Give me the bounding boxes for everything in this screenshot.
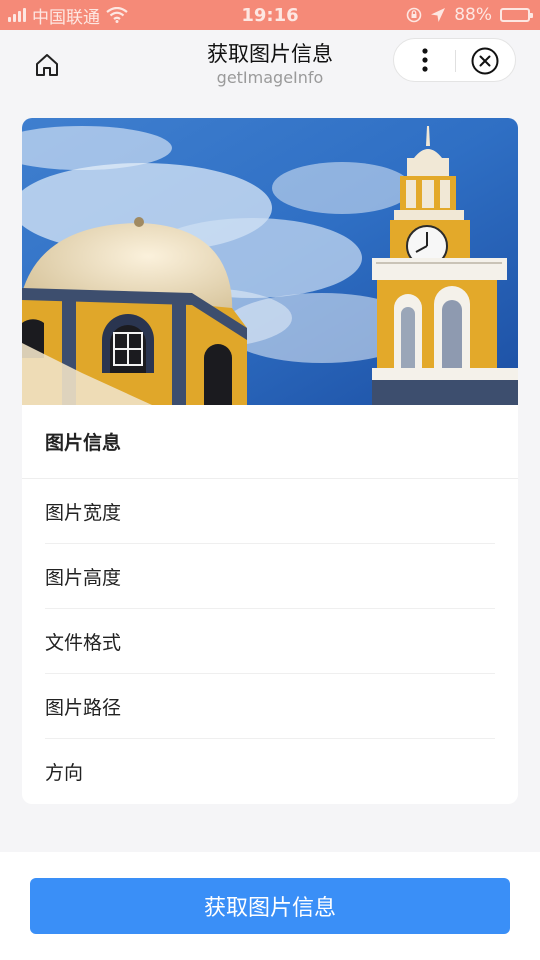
close-button[interactable] bbox=[470, 46, 500, 76]
more-button[interactable] bbox=[410, 45, 440, 75]
location-icon bbox=[431, 8, 446, 22]
info-row-height: 图片高度 bbox=[45, 544, 495, 609]
info-section-header: 图片信息 bbox=[22, 405, 518, 479]
info-row-orientation: 方向 bbox=[45, 762, 84, 784]
nav-bar: 获取图片信息 getImageInfo bbox=[0, 30, 540, 100]
bottom-bar: 获取图片信息 bbox=[0, 852, 540, 960]
info-row-path: 图片路径 bbox=[45, 674, 495, 739]
capsule-divider bbox=[455, 50, 456, 72]
menu-capsule bbox=[393, 38, 516, 82]
battery-percent: 88% bbox=[454, 5, 492, 25]
info-row-format: 文件格式 bbox=[45, 609, 495, 674]
more-icon bbox=[422, 48, 428, 72]
battery-icon bbox=[500, 8, 533, 22]
preview-image bbox=[22, 118, 518, 405]
get-image-info-button[interactable]: 获取图片信息 bbox=[30, 878, 510, 934]
info-row-width: 图片宽度 bbox=[45, 479, 495, 544]
close-icon bbox=[471, 47, 499, 75]
image-info-card: 图片信息 图片宽度 图片高度 文件格式 图片路径 方向 bbox=[22, 118, 518, 804]
status-bar: 中国联通 19:16 88% bbox=[0, 0, 540, 30]
status-right: 88% bbox=[406, 0, 533, 30]
rotation-lock-icon bbox=[406, 7, 422, 23]
